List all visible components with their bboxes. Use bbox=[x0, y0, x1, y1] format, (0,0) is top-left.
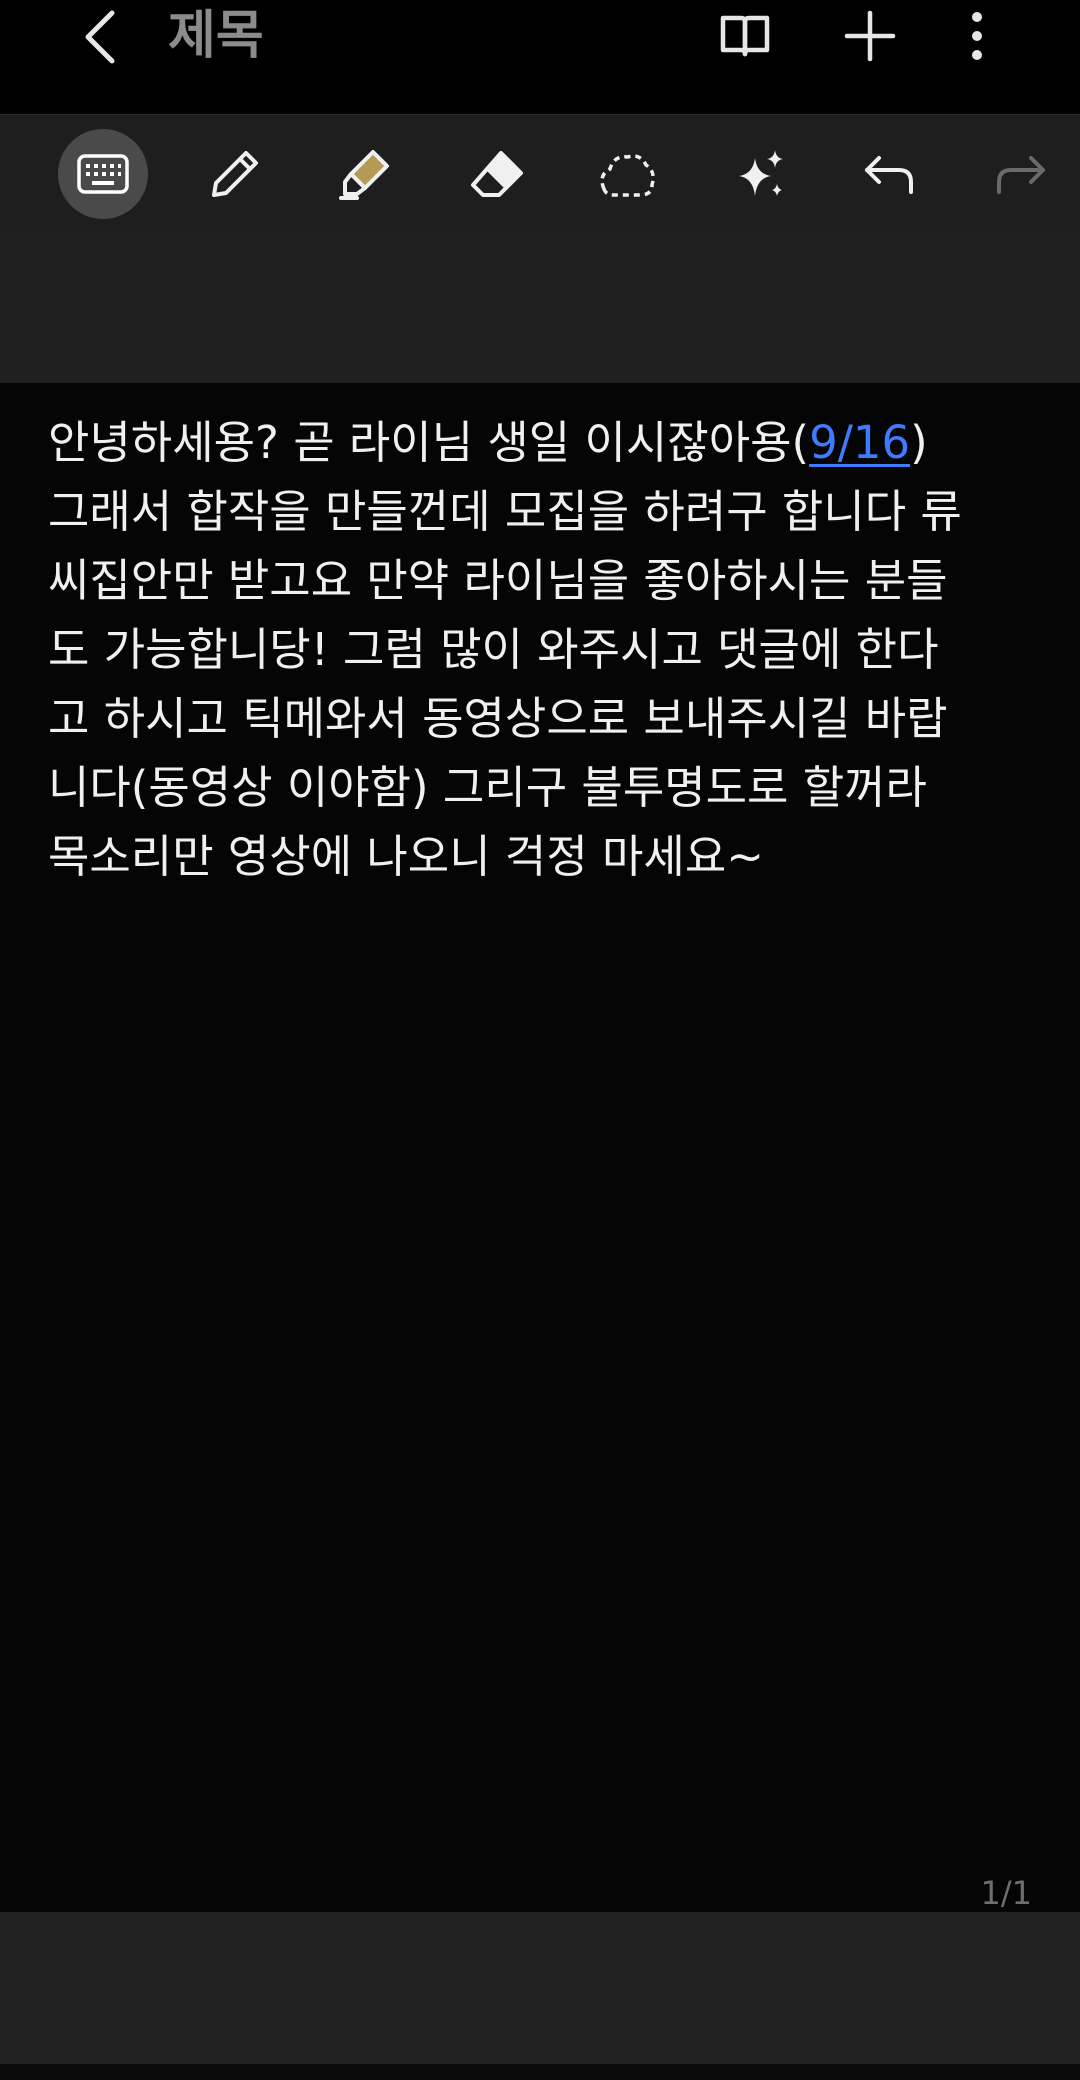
highlighter-icon bbox=[339, 150, 389, 200]
ai-assist-icon bbox=[739, 150, 783, 196]
chevron-left-icon bbox=[85, 10, 115, 64]
note-line: 목소리만 영상에 나오니 걱정 마세요~ bbox=[48, 830, 764, 883]
undo-button[interactable] bbox=[845, 129, 935, 219]
note-line: 씨집안만 받고요 만약 라이님을 좋아하시는 분들 bbox=[48, 554, 948, 607]
note-line: 도 가능합니당! 그럼 많이 와주시고 댓글에 한다 bbox=[48, 623, 939, 676]
eraser-tool-button[interactable] bbox=[452, 129, 542, 219]
note-header-area[interactable] bbox=[0, 233, 1080, 383]
undo-icon bbox=[865, 156, 913, 194]
page-indicator: 1/1 bbox=[980, 1874, 1033, 1912]
bottom-edge bbox=[0, 2064, 1080, 2080]
ai-assist-tool-button[interactable] bbox=[714, 129, 804, 219]
note-title[interactable]: 제목 bbox=[168, 0, 264, 72]
book-view-button[interactable] bbox=[710, 4, 780, 68]
redo-button[interactable] bbox=[975, 129, 1065, 219]
note-text-area[interactable]: 안녕하세용? 곧 라이님 생일 이시잖아용(9/16) 그래서 합작을 만들껀데… bbox=[48, 408, 1048, 891]
lasso-select-icon bbox=[600, 154, 655, 197]
note-line: 안녕하세용? 곧 라이님 생일 이시잖아용(9/16) bbox=[48, 416, 928, 469]
book-view-icon bbox=[720, 15, 770, 57]
app-bar: 제목 bbox=[0, 0, 1080, 112]
add-button[interactable] bbox=[835, 4, 905, 68]
redo-icon bbox=[997, 156, 1045, 194]
note-line: 그래서 합작을 만들껀데 모집을 하려구 합니다 류 bbox=[48, 485, 962, 538]
eraser-icon bbox=[471, 151, 523, 197]
more-options-button[interactable] bbox=[942, 4, 1012, 68]
note-line: 니다(동영상 이야함) 그리구 불투명도로 할꺼라 bbox=[48, 761, 927, 814]
pen-icon bbox=[212, 151, 258, 197]
date-link[interactable]: 9/16 bbox=[809, 416, 910, 469]
back-button[interactable] bbox=[70, 6, 130, 68]
note-line: 고 하시고 틱메와서 동영상으로 보내주시길 바랍 bbox=[48, 692, 948, 745]
keyboard-tool-button[interactable] bbox=[58, 129, 148, 219]
lasso-tool-button[interactable] bbox=[582, 129, 672, 219]
add-icon bbox=[844, 10, 896, 62]
bottom-panel bbox=[0, 1912, 1080, 2064]
pen-toolbar bbox=[0, 114, 1080, 234]
more-vert-icon bbox=[972, 12, 982, 60]
pen-tool-button[interactable] bbox=[190, 129, 280, 219]
highlighter-tool-button[interactable] bbox=[320, 129, 410, 219]
keyboard-icon bbox=[77, 154, 129, 194]
